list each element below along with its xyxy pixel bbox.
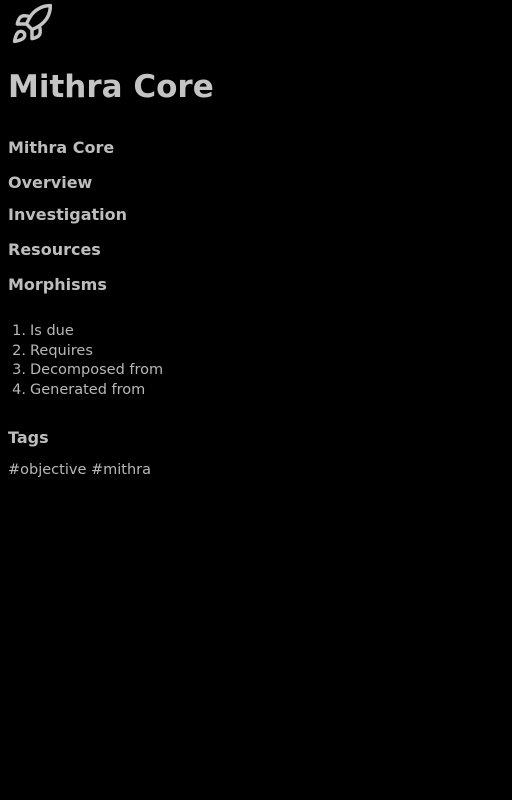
nav-link-overview[interactable]: Overview (8, 172, 92, 194)
page-title: Mithra Core (8, 69, 214, 105)
list-item-label: Decomposed from (30, 362, 164, 378)
list-item-label: Is due (30, 323, 74, 339)
rocket-icon (12, 3, 53, 44)
list-item-number: 1. (12, 323, 26, 339)
list-item-label: Generated from (30, 381, 146, 398)
morphisms-list: 1. Is due 2. Requires 3. Decomposed from 4.… (0, 322, 163, 400)
nav-link-investigation[interactable]: Investigation (8, 204, 127, 226)
list-item-number: 4. (12, 381, 26, 398)
tag-list: #objective #mithra (8, 460, 151, 480)
list-item: 3. Decomposed from (0, 361, 163, 381)
list-item-number: 3. (12, 362, 26, 378)
nav-link-resources[interactable]: Resources (8, 239, 101, 261)
tag-objective[interactable]: #objective (8, 462, 86, 478)
section-heading-tags: Tags (8, 428, 49, 447)
list-item-number: 2. (12, 342, 26, 359)
list-item: 2. Requires (0, 342, 163, 362)
section-heading-morphisms: Morphisms (8, 275, 107, 294)
tag-mithra[interactable]: #mithra (91, 462, 151, 478)
list-item: 1. Is due (0, 322, 163, 342)
list-item-label: Requires (30, 342, 93, 359)
list-item: 4. Generated from (0, 381, 163, 401)
nav-link-mithra-core[interactable]: Mithra Core (8, 137, 114, 159)
